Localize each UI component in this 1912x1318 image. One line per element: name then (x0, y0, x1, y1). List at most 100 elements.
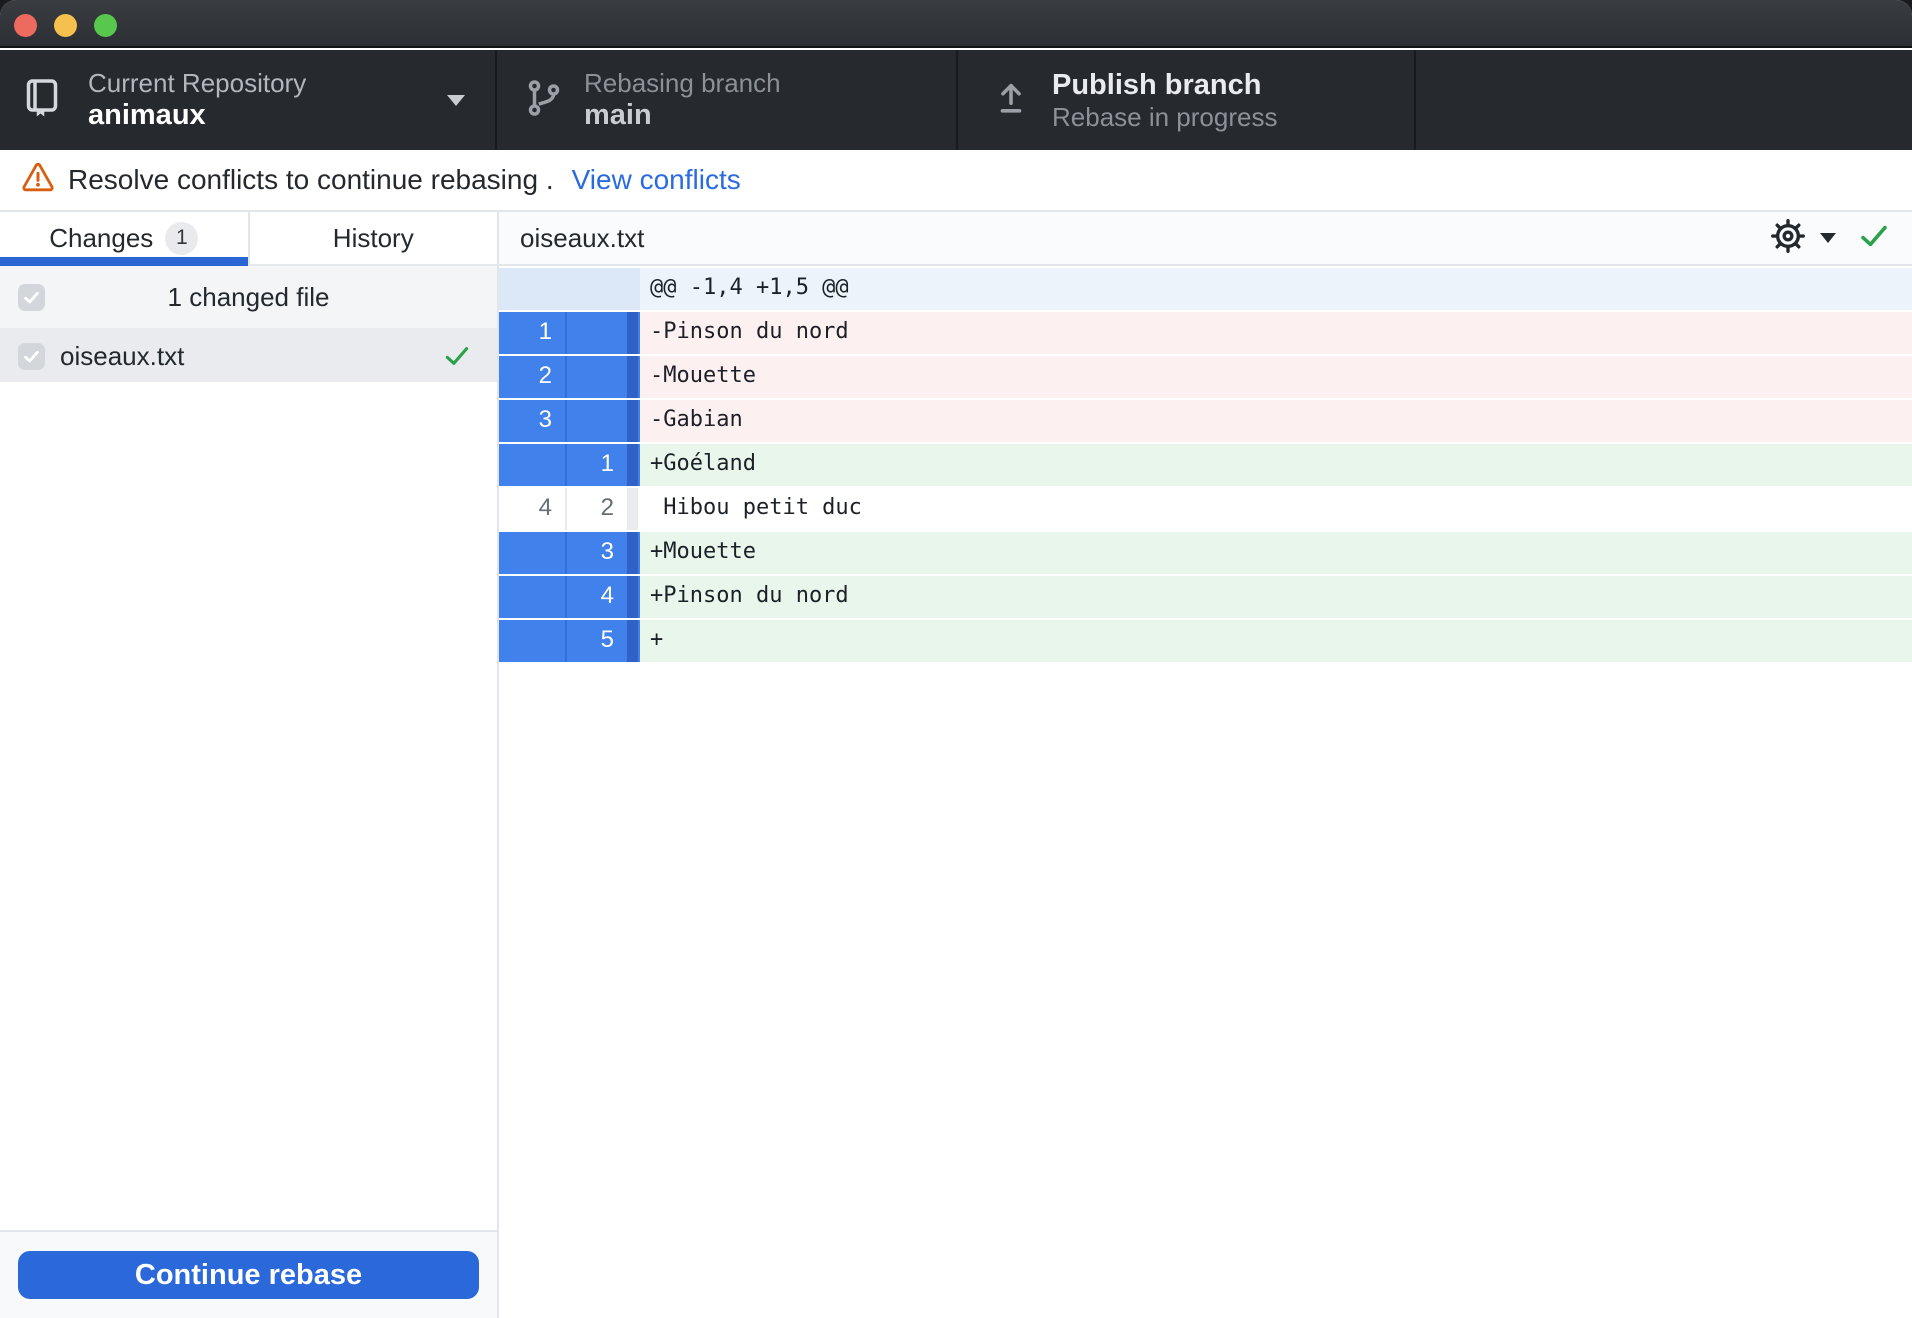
old-line-number[interactable] (499, 532, 567, 574)
old-line-number[interactable] (499, 620, 567, 662)
gutter-edge-strip (627, 400, 638, 442)
continue-rebase-button[interactable]: Continue rebase (18, 1251, 479, 1299)
diff-pane: oiseaux.txt @@ -1,4 +1,5 @@ 1 -Pinson du… (499, 212, 1912, 1318)
window-controls (14, 14, 117, 37)
diff-line-gutter[interactable]: 3 (499, 532, 640, 574)
tab-selected-underline (0, 257, 248, 266)
resolved-check-icon (443, 342, 471, 377)
sidebar-footer: Continue rebase (0, 1230, 497, 1318)
diff-line-text: + (640, 620, 1912, 662)
github-desktop-window: Current Repository animaux Rebasing bran… (0, 0, 1912, 1318)
branch-selector[interactable]: Rebasing branch main (497, 50, 958, 150)
changed-files-summary-row: 1 changed file (0, 266, 497, 330)
gear-icon[interactable] (1770, 218, 1806, 259)
tab-changes-label: Changes (49, 222, 154, 253)
diff-row-added: 3 +Mouette (499, 532, 1912, 574)
diff-line-gutter[interactable]: 42 (499, 488, 640, 530)
diff-row-hunk: @@ -1,4 +1,5 @@ (499, 268, 1912, 310)
diff-row-added: 5 + (499, 620, 1912, 662)
tab-history[interactable]: History (249, 212, 497, 264)
diff-options-caret-icon[interactable] (1820, 233, 1836, 243)
repo-label: Current Repository (88, 67, 307, 98)
old-line-number[interactable]: 3 (499, 400, 567, 442)
conflict-warning-bar: Resolve conflicts to continue rebasing .… (0, 150, 1912, 212)
old-line-number[interactable]: 4 (499, 488, 567, 530)
diff-line-text: +Goéland (640, 444, 1912, 486)
view-conflicts-link[interactable]: View conflicts (572, 164, 741, 196)
changed-files-summary: 1 changed file (167, 281, 330, 312)
titlebar (0, 0, 1912, 48)
diff-row-deleted: 3 -Gabian (499, 400, 1912, 442)
git-branch-icon (524, 78, 564, 123)
diff-row-deleted: 1 -Pinson du nord (499, 312, 1912, 354)
diff-line-text: Hibou petit duc (640, 488, 1912, 530)
diff-line-gutter[interactable]: 1 (499, 444, 640, 486)
diff-line-gutter[interactable]: 3 (499, 400, 640, 442)
old-line-number[interactable] (499, 268, 567, 310)
diff-header-actions (1770, 212, 1890, 264)
include-all-checkbox[interactable] (18, 283, 45, 311)
diff-line-text: -Pinson du nord (640, 312, 1912, 354)
diff-line-gutter[interactable]: 4 (499, 576, 640, 618)
file-row-oiseaux[interactable]: oiseaux.txt (0, 330, 497, 382)
gutter-edge-strip (627, 268, 638, 310)
repo-icon (22, 78, 62, 123)
repository-selector[interactable]: Current Repository animaux (0, 50, 497, 150)
gutter-edge-strip (627, 620, 638, 662)
old-line-number[interactable]: 2 (499, 356, 567, 398)
gutter-edge-strip (627, 532, 638, 574)
diff-line-gutter[interactable] (499, 268, 640, 310)
gutter-edge-strip (627, 312, 638, 354)
upload-icon (992, 79, 1030, 122)
diff-line-text: -Mouette (640, 356, 1912, 398)
zoom-button[interactable] (94, 14, 117, 37)
warning-message: Resolve conflicts to continue rebasing . (68, 164, 554, 195)
changes-count-badge: 1 (165, 221, 199, 255)
diff-line-gutter[interactable]: 2 (499, 356, 640, 398)
diff-line-text: +Mouette (640, 532, 1912, 574)
diff-row-deleted: 2 -Mouette (499, 356, 1912, 398)
new-line-number[interactable]: 1 (567, 444, 627, 486)
repo-name: animaux (88, 99, 206, 132)
diff-line-gutter[interactable]: 5 (499, 620, 640, 662)
minimize-button[interactable] (54, 14, 77, 37)
no-conflicts-check-icon (1858, 220, 1890, 257)
diff-line-text: +Pinson du nord (640, 576, 1912, 618)
tab-history-label: History (332, 222, 414, 253)
publish-branch-button[interactable]: Publish branch Rebase in progress (958, 50, 1416, 150)
sidebar: Changes 1 History 1 changed file oiseaux… (0, 212, 499, 1318)
diff-line-text: @@ -1,4 +1,5 @@ (640, 268, 1912, 310)
branch-label: Rebasing branch (584, 67, 781, 98)
diff-file-name: oiseaux.txt (520, 222, 645, 253)
close-button[interactable] (14, 14, 37, 37)
repo-dropdown-caret-icon (447, 95, 465, 106)
file-include-checkbox[interactable] (18, 342, 45, 370)
diff-row-added: 4 +Pinson du nord (499, 576, 1912, 618)
old-line-number[interactable] (499, 576, 567, 618)
old-line-number[interactable]: 1 (499, 312, 567, 354)
new-line-number[interactable] (567, 400, 627, 442)
new-line-number[interactable]: 2 (567, 488, 627, 530)
diff-row-added: 1 +Goéland (499, 444, 1912, 486)
gutter-edge-strip (627, 356, 638, 398)
toolbar: Current Repository animaux Rebasing bran… (0, 50, 1912, 150)
publish-subtitle: Rebase in progress (1052, 101, 1278, 132)
new-line-number[interactable]: 3 (567, 532, 627, 574)
new-line-number[interactable]: 4 (567, 576, 627, 618)
diff-line-gutter[interactable]: 1 (499, 312, 640, 354)
diff-body: @@ -1,4 +1,5 @@ 1 -Pinson du nord 2 -Mouette… (499, 266, 1912, 662)
diff-line-text: -Gabian (640, 400, 1912, 442)
new-line-number[interactable] (567, 356, 627, 398)
new-line-number[interactable]: 5 (567, 620, 627, 662)
main-area: Changes 1 History 1 changed file oiseaux… (0, 212, 1912, 1318)
diff-row-context: 42 Hibou petit duc (499, 488, 1912, 530)
branch-name: main (584, 99, 652, 132)
publish-title: Publish branch (1052, 68, 1262, 101)
new-line-number[interactable] (567, 312, 627, 354)
old-line-number[interactable] (499, 444, 567, 486)
tab-changes[interactable]: Changes 1 (0, 212, 250, 266)
alert-triangle-icon (22, 162, 54, 199)
diff-header: oiseaux.txt (499, 212, 1912, 266)
new-line-number[interactable] (567, 268, 627, 310)
file-name: oiseaux.txt (60, 340, 185, 371)
